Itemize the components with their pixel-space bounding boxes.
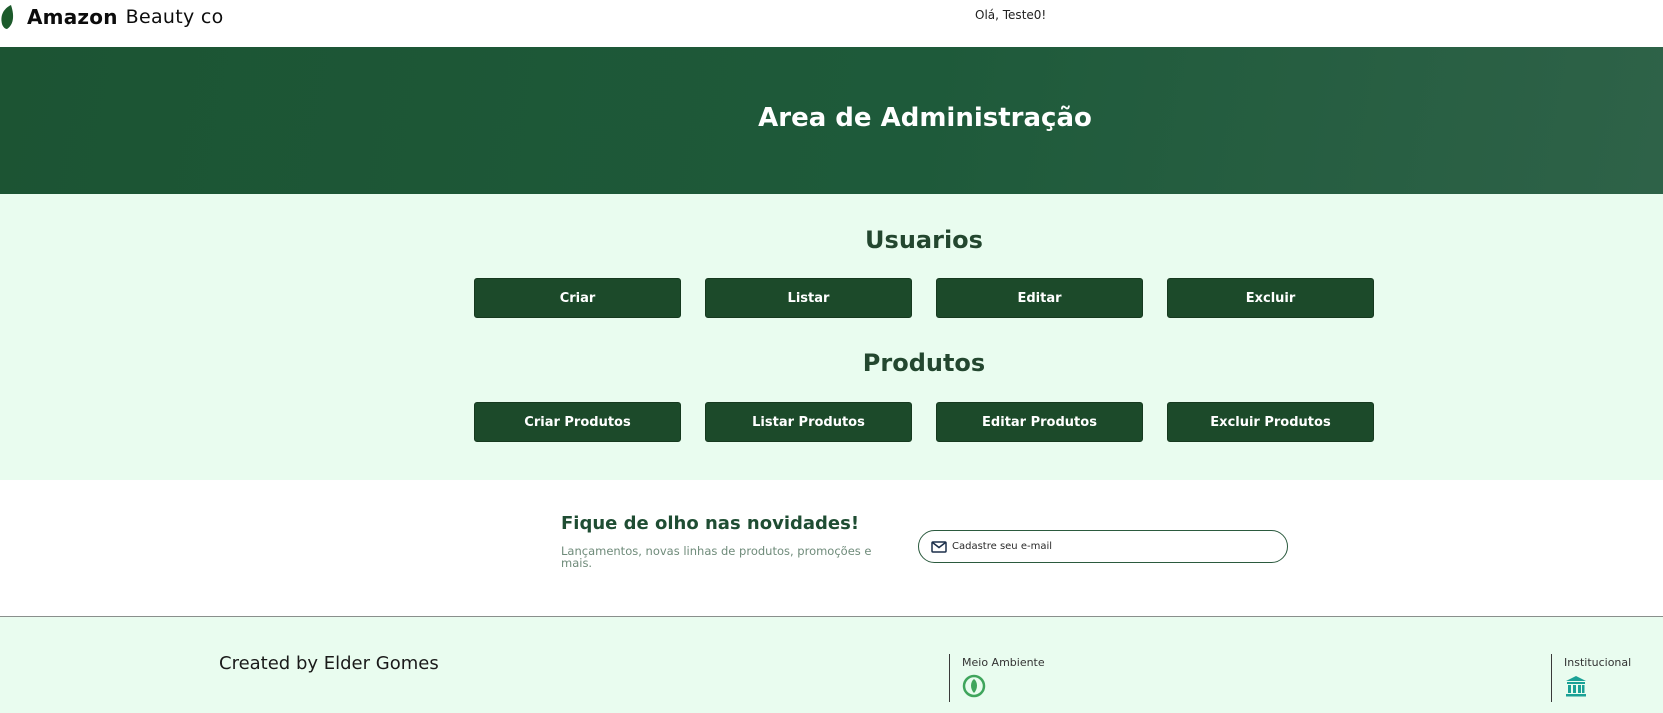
newsletter-subtitle: Lançamentos, novas linhas de produtos, p… — [561, 544, 872, 570]
delete-user-button[interactable]: Excluir — [1167, 278, 1374, 318]
delete-product-button[interactable]: Excluir Produtos — [1167, 402, 1374, 442]
edit-product-button[interactable]: Editar Produtos — [936, 402, 1143, 442]
footer-institutional-label: Institucional — [1564, 656, 1632, 669]
page-title: Area de Administração — [758, 103, 1092, 133]
leaf-circle-icon — [962, 674, 986, 698]
edit-user-button[interactable]: Editar — [936, 278, 1143, 318]
create-product-button[interactable]: Criar Produtos — [474, 402, 681, 442]
users-section-title: Usuarios — [865, 226, 983, 254]
footer: Created by Elder Gomes Meio Ambiente Ins… — [0, 616, 1663, 713]
brand-logo[interactable]: Amazon Beauty co — [0, 2, 224, 32]
brand-name-light: Beauty co — [125, 6, 224, 28]
newsletter-section: Fique de olho nas novidades! Lançamentos… — [0, 480, 1663, 616]
admin-panel: Usuarios Criar Listar Editar Excluir Pro… — [0, 194, 1663, 480]
footer-environment-label: Meio Ambiente — [962, 656, 1045, 669]
bank-icon — [1566, 676, 1586, 697]
newsletter-title: Fique de olho nas novidades! — [561, 513, 860, 534]
footer-column-institutional[interactable]: Institucional — [1551, 654, 1631, 702]
users-actions: Criar Listar Editar Excluir — [474, 278, 1374, 318]
create-user-button[interactable]: Criar — [474, 278, 681, 318]
user-greeting: Olá, Teste0! — [975, 8, 1047, 22]
newsletter-email-field[interactable] — [918, 530, 1288, 563]
footer-credit: Created by Elder Gomes — [219, 653, 439, 674]
footer-column-environment[interactable]: Meio Ambiente — [949, 654, 1045, 702]
brand-name-strong: Amazon — [27, 5, 118, 29]
products-actions: Criar Produtos Listar Produtos Editar Pr… — [474, 402, 1374, 442]
top-navigation-bar: Amazon Beauty co Olá, Teste0! — [0, 0, 1663, 47]
email-input[interactable] — [952, 541, 1272, 552]
mail-icon — [931, 540, 947, 553]
leaf-logo-icon — [1, 5, 14, 29]
hero-banner: Area de Administração — [0, 47, 1663, 194]
list-products-button[interactable]: Listar Produtos — [705, 402, 912, 442]
products-section-title: Produtos — [862, 349, 986, 377]
list-users-button[interactable]: Listar — [705, 278, 912, 318]
